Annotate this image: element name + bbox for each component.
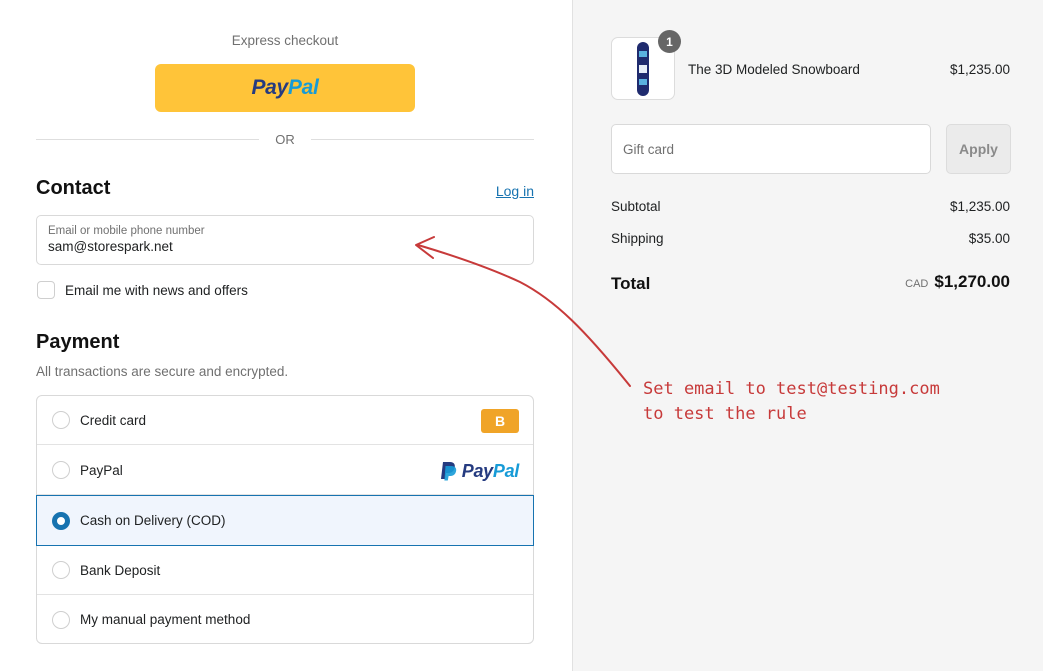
annotation-text: Set email to test@testing.com to test th… bbox=[643, 379, 940, 424]
product-price: $1,235.00 bbox=[949, 62, 1010, 77]
payment-subtitle: All transactions are secure and encrypte… bbox=[36, 364, 289, 379]
payment-method-manual[interactable]: My manual payment method bbox=[37, 595, 533, 644]
contact-title: Contact bbox=[36, 177, 111, 199]
paypal-logo: PayPal bbox=[440, 460, 519, 482]
quantity-badge: 1 bbox=[658, 30, 681, 53]
payment-method-cod[interactable]: Cash on Delivery (COD) bbox=[36, 495, 534, 546]
payment-method-credit-card[interactable]: Credit card B bbox=[37, 396, 533, 445]
subtotal-label: Subtotal bbox=[611, 199, 661, 214]
order-summary: 1 The 3D Modeled Snowboard $1,235.00 App… bbox=[572, 0, 1043, 671]
checkout-form: Express checkout PayPal OR Contact Log i… bbox=[0, 0, 572, 671]
shipping-label: Shipping bbox=[611, 231, 664, 246]
radio-button[interactable] bbox=[52, 461, 70, 479]
apply-button[interactable]: Apply bbox=[946, 124, 1011, 174]
payment-method-label: PayPal bbox=[80, 462, 123, 478]
email-field[interactable]: Email or mobile phone number sam@storesp… bbox=[36, 215, 534, 265]
login-link[interactable]: Log in bbox=[496, 183, 534, 199]
payment-method-label: Credit card bbox=[80, 412, 147, 428]
radio-button[interactable] bbox=[52, 610, 70, 629]
newsletter-option[interactable]: Email me with news and offers bbox=[37, 280, 248, 300]
product-name: The 3D Modeled Snowboard bbox=[688, 62, 860, 77]
or-divider: OR bbox=[36, 131, 534, 147]
radio-button[interactable] bbox=[52, 411, 70, 429]
express-checkout-title: Express checkout bbox=[231, 33, 339, 48]
payment-method-paypal[interactable]: PayPal PayPal bbox=[37, 446, 533, 495]
paypal-logo: PayPal bbox=[251, 76, 319, 99]
card-brand-badge: B bbox=[481, 409, 519, 433]
payment-title: Payment bbox=[36, 331, 120, 353]
paypal-express-button[interactable]: PayPal bbox=[155, 64, 415, 112]
currency-code: CAD bbox=[905, 278, 929, 290]
total-label: Total bbox=[611, 274, 651, 293]
total-amount: CAD $1,270.00 bbox=[905, 272, 1010, 292]
paypal-icon bbox=[440, 462, 456, 481]
newsletter-checkbox[interactable] bbox=[37, 281, 55, 299]
payment-method-bank-deposit[interactable]: Bank Deposit bbox=[37, 546, 533, 595]
or-text: OR bbox=[275, 131, 295, 147]
shipping-value: $35.00 bbox=[968, 231, 1010, 246]
newsletter-label: Email me with news and offers bbox=[65, 282, 248, 298]
total-value: $1,270.00 bbox=[934, 272, 1010, 291]
payment-method-label: Cash on Delivery (COD) bbox=[80, 513, 226, 528]
email-field-label: Email or mobile phone number bbox=[48, 225, 205, 237]
payment-method-label: My manual payment method bbox=[80, 612, 251, 627]
radio-button[interactable] bbox=[52, 561, 70, 579]
gift-card-input[interactable] bbox=[611, 124, 931, 174]
snowboard-icon bbox=[637, 41, 649, 96]
subtotal-value: $1,235.00 bbox=[949, 199, 1010, 214]
radio-button-selected[interactable] bbox=[52, 511, 70, 530]
payment-method-label: Bank Deposit bbox=[80, 562, 161, 578]
email-field-value[interactable]: sam@storespark.net bbox=[48, 239, 522, 254]
payment-methods: Credit card B PayPal PayPal Cash on Deli… bbox=[36, 395, 534, 644]
